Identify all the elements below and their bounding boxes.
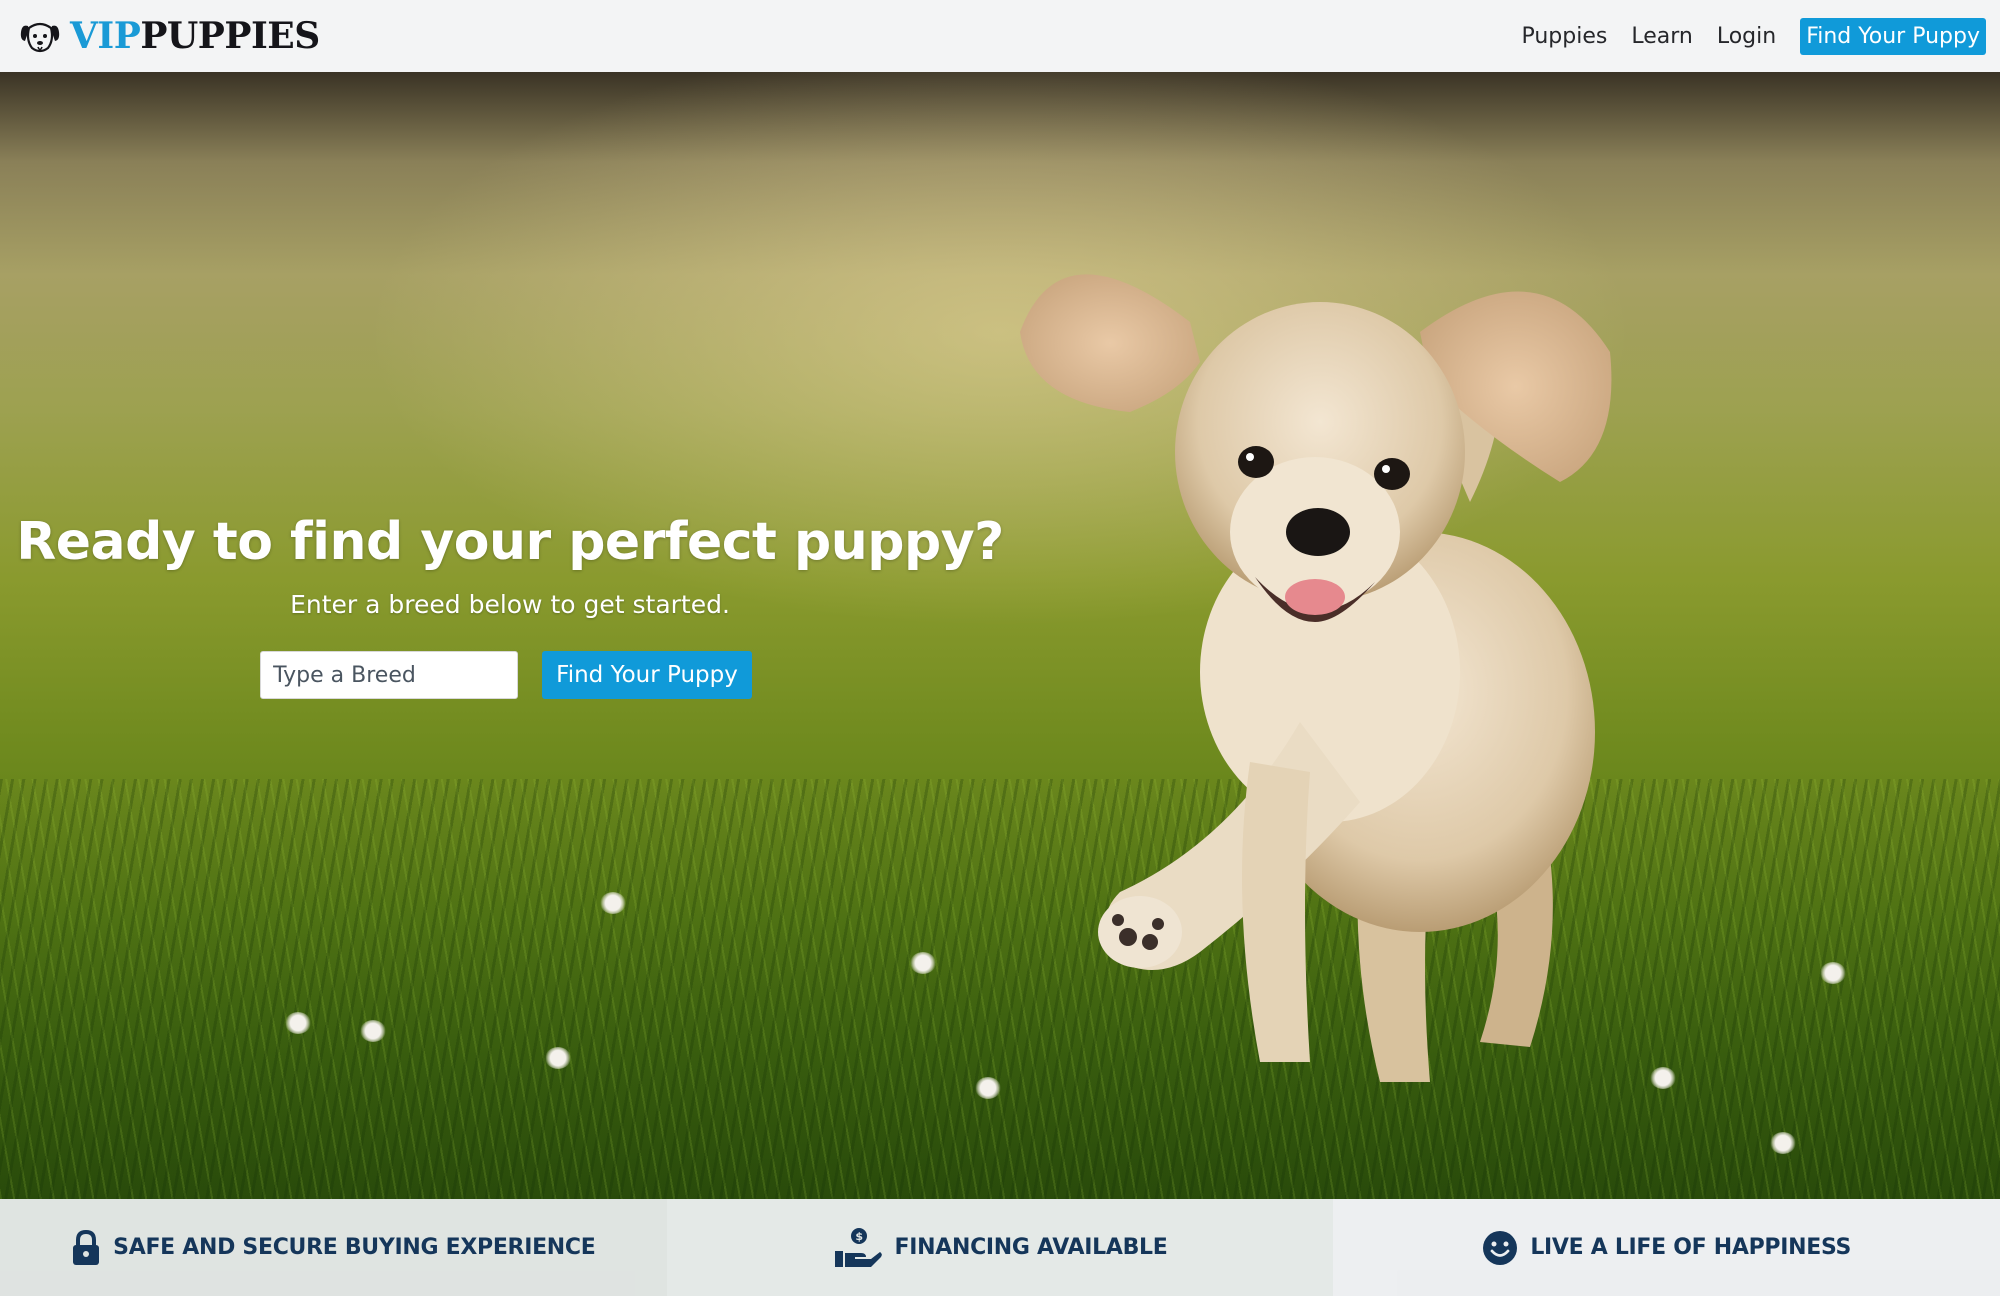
brand-name-vip: VIP <box>70 15 141 57</box>
breed-search-form: Find Your Puppy <box>0 651 1020 699</box>
feature-happiness: LIVE A LIFE OF HAPPINESS <box>1333 1199 2000 1296</box>
hand-money-icon: $ <box>834 1227 882 1267</box>
clover-flower <box>1770 1132 1796 1154</box>
dog-face-icon <box>20 22 60 53</box>
breed-search-input[interactable] <box>260 651 519 699</box>
hero-content: Ready to find your perfect puppy? Enter … <box>0 512 1020 699</box>
clover-flower <box>1650 1067 1676 1089</box>
smiley-icon <box>1483 1230 1518 1265</box>
nav-link-puppies[interactable]: Puppies <box>1521 24 1607 49</box>
clover-flower <box>285 1012 311 1034</box>
feature-label: LIVE A LIFE OF HAPPINESS <box>1530 1235 1852 1260</box>
brand-name-puppies: PUPPIES <box>140 15 320 57</box>
clover-flower <box>600 892 626 914</box>
brand-logo[interactable]: VIPPUPPIES <box>18 15 320 57</box>
brand-name: VIPPUPPIES <box>70 15 320 57</box>
feature-financing: $ FINANCING AVAILABLE <box>666 1199 1334 1296</box>
clover-flower <box>910 952 936 974</box>
feature-label: SAFE AND SECURE BUYING EXPERIENCE <box>113 1235 596 1260</box>
clover-flower <box>545 1047 571 1069</box>
nav-links: Puppies Learn Login Find Your Puppy <box>1521 17 1986 55</box>
hero-find-your-puppy-button[interactable]: Find Your Puppy <box>542 651 752 699</box>
clover-flower <box>975 1077 1001 1099</box>
hero-subtitle: Enter a breed below to get started. <box>290 590 730 619</box>
clover-flower <box>360 1020 386 1042</box>
feature-safe-secure: SAFE AND SECURE BUYING EXPERIENCE <box>0 1199 667 1296</box>
hero-section: Ready to find your perfect puppy? Enter … <box>0 72 2000 1199</box>
clover-flower <box>1820 962 1846 984</box>
features-strip: SAFE AND SECURE BUYING EXPERIENCE $ FINA… <box>0 1199 2000 1296</box>
nav-link-learn[interactable]: Learn <box>1631 24 1693 49</box>
top-navbar: VIPPUPPIES Puppies Learn Login Find Your… <box>0 0 2000 72</box>
puppy-photo <box>1020 274 1612 1082</box>
nav-find-your-puppy-button[interactable]: Find Your Puppy <box>1800 17 1986 55</box>
svg-text:$: $ <box>855 1230 862 1243</box>
lock-icon <box>73 1229 100 1265</box>
nav-link-login[interactable]: Login <box>1717 24 1776 49</box>
feature-label: FINANCING AVAILABLE <box>894 1235 1168 1260</box>
hero-title: Ready to find your perfect puppy? <box>16 512 1004 572</box>
